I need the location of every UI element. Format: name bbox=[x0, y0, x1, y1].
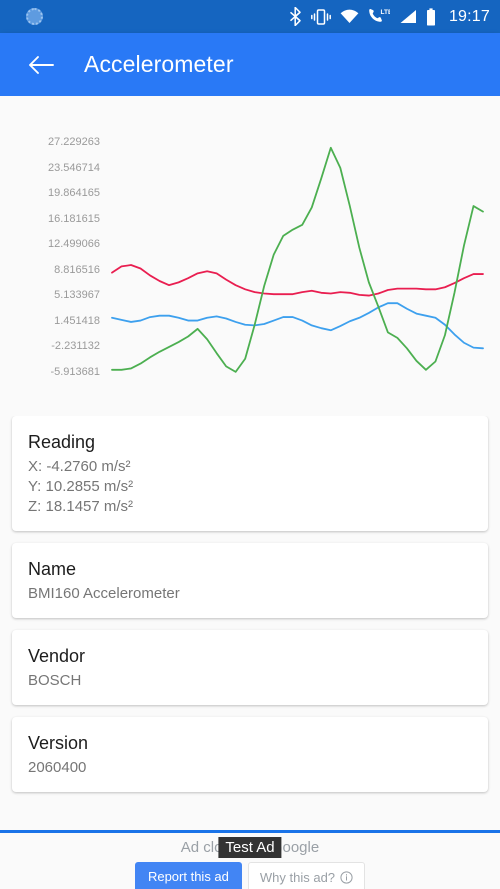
status-bar: LTE 19:17 bbox=[0, 0, 500, 33]
card-value-line: 2060400 bbox=[28, 758, 472, 778]
battery-icon bbox=[426, 8, 436, 26]
card-value-line: Z: 18.1457 m/s² bbox=[28, 497, 472, 517]
sensor-detail-card: Vendor BOSCH bbox=[12, 630, 488, 705]
why-this-ad-label: Why this ad? bbox=[260, 870, 335, 885]
sensor-detail-card-list: Reading X: -4.2760 m/s²Y: 10.2855 m/s²Z: … bbox=[0, 416, 500, 792]
chart-y-tick-label: 8.816516 bbox=[54, 264, 100, 276]
status-bar-clock: 19:17 bbox=[449, 8, 490, 26]
chart-series-x bbox=[112, 265, 483, 296]
report-this-ad-button[interactable]: Report this ad bbox=[135, 862, 242, 889]
card-value-line: Y: 10.2855 m/s² bbox=[28, 477, 472, 497]
chart-y-tick-label: 12.499066 bbox=[48, 238, 100, 250]
app-toolbar: Accelerometer bbox=[0, 33, 500, 96]
ad-banner: Ad closed by Google Test Ad Report this … bbox=[0, 830, 500, 889]
bluetooth-icon bbox=[289, 7, 302, 26]
info-icon bbox=[340, 871, 353, 884]
sensor-detail-card: Reading X: -4.2760 m/s²Y: 10.2855 m/s²Z: … bbox=[12, 416, 488, 531]
lte-call-icon: LTE bbox=[368, 8, 390, 25]
page-title: Accelerometer bbox=[84, 51, 234, 78]
chart-y-tick-label: 5.133967 bbox=[54, 289, 100, 301]
cellular-signal-icon bbox=[399, 9, 417, 24]
sensor-detail-card: Version 2060400 bbox=[12, 717, 488, 792]
chart-y-tick-label: 23.546714 bbox=[48, 162, 100, 174]
ad-action-buttons: Report this ad Why this ad? bbox=[135, 862, 365, 889]
chart-series-y bbox=[112, 303, 483, 348]
wifi-icon bbox=[340, 9, 359, 24]
back-button[interactable] bbox=[24, 48, 58, 82]
card-value-line: X: -4.2760 m/s² bbox=[28, 457, 472, 477]
ad-closed-row: Ad closed by Google Test Ad bbox=[181, 839, 319, 856]
sensor-detail-card: Name BMI160 Accelerometer bbox=[12, 543, 488, 618]
chart-y-tick-label: 1.451418 bbox=[54, 315, 100, 327]
card-title: Vendor bbox=[28, 646, 472, 667]
status-bar-right: LTE 19:17 bbox=[289, 7, 490, 26]
card-title: Reading bbox=[28, 432, 472, 453]
back-arrow-icon bbox=[28, 55, 54, 75]
vibrate-icon bbox=[311, 8, 331, 26]
chart-y-tick-label: -5.913681 bbox=[50, 366, 100, 378]
chart-y-tick-label: -2.231132 bbox=[51, 340, 100, 352]
chart-y-tick-label: 16.181615 bbox=[48, 213, 100, 225]
svg-text:LTE: LTE bbox=[380, 9, 390, 16]
chart-y-tick-label: 27.229263 bbox=[48, 136, 100, 148]
status-bar-left bbox=[16, 8, 289, 25]
card-title: Version bbox=[28, 733, 472, 754]
chart-y-axis: 27.229263 23.546714 19.864165 16.181615 12.4… bbox=[0, 96, 100, 416]
sensor-chart: 27.229263 23.546714 19.864165 16.181615 12.4… bbox=[0, 96, 500, 416]
test-ad-badge: Test Ad bbox=[218, 837, 281, 858]
chart-y-tick-label: 19.864165 bbox=[48, 187, 100, 199]
sync-circle-icon bbox=[26, 8, 43, 25]
card-value-line: BOSCH bbox=[28, 671, 472, 691]
chart-series-z bbox=[112, 148, 483, 372]
card-title: Name bbox=[28, 559, 472, 580]
why-this-ad-button[interactable]: Why this ad? bbox=[248, 862, 365, 889]
card-value-line: BMI160 Accelerometer bbox=[28, 584, 472, 604]
